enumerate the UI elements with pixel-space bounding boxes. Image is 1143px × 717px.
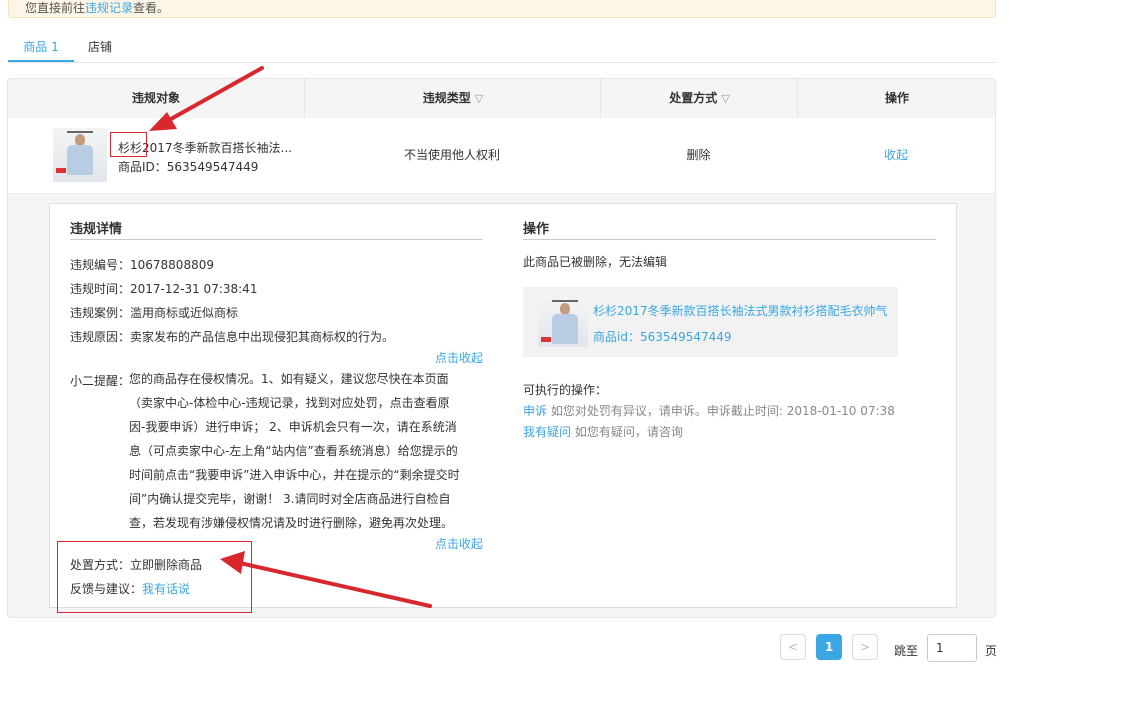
header-violation-type[interactable]: 违规类型 ▽ — [304, 79, 601, 118]
tab-products[interactable]: 商品 1 — [8, 36, 74, 62]
disposal-cell: 删除 — [686, 148, 711, 162]
tip-text: 您的商品存在侵权情况。1、如有疑义，建议您尽快在本页面（卖家中心-体检中心-违规… — [129, 372, 460, 530]
annotation-box — [110, 132, 147, 157]
filter-icon[interactable]: ▽ — [721, 79, 729, 118]
collapse-link[interactable]: 点击收起 — [435, 349, 483, 366]
appeal-link[interactable]: 申诉 — [523, 404, 547, 418]
header-disposal[interactable]: 处置方式 ▽ — [600, 79, 798, 118]
violation-panel: 违规对象 违规类型 ▽ 处置方式 ▽ 操作 杉杉2017冬季新款百搭长袖法... 商… — [7, 78, 996, 618]
notice-banner: 您直接前往违规记录查看。 — [8, 0, 996, 18]
page-label: 页 — [985, 644, 998, 658]
violation-reason: 违规原因：卖家发布的产品信息中出现侵犯其商标权的行为。 — [70, 330, 395, 344]
tab-shop[interactable]: 店铺 — [88, 36, 128, 62]
tab-bar: 商品 1 店铺 — [8, 36, 996, 63]
detail-title: 违规详情 — [70, 222, 123, 237]
collapse-link[interactable]: 收起 — [797, 118, 995, 193]
annotation-box — [57, 541, 252, 613]
violation-no: 违规编号：10678808809 — [70, 258, 214, 272]
product-thumbnail[interactable] — [53, 128, 107, 182]
collapse-link[interactable]: 点击收起 — [435, 535, 483, 552]
product-card: 杉杉2017冬季新款百搭长袖法式男款衬衫搭配毛衣帅气 商品id：56354954… — [523, 287, 898, 357]
prev-page-button[interactable]: < — [780, 634, 806, 660]
card-product-id[interactable]: 商品id：563549547449 — [593, 328, 732, 345]
product-id: 商品ID：563549547449 — [118, 160, 259, 174]
deleted-note: 此商品已被删除，无法编辑 — [523, 255, 668, 269]
violation-time: 违规时间：2017-12-31 07:38:41 — [70, 282, 258, 296]
page-button-current[interactable]: 1 — [816, 634, 842, 660]
question-row: 我有疑问 如您有疑问，请咨询 — [523, 425, 683, 439]
operation-title: 操作 — [523, 222, 550, 237]
jump-label: 跳至 — [894, 644, 919, 658]
violation-record-link[interactable]: 违规记录 — [85, 1, 133, 15]
header-violation-object: 违规对象 — [131, 91, 180, 105]
next-page-button[interactable]: > — [852, 634, 878, 660]
notice-text: 您直接前往违规记录查看。 — [25, 1, 170, 15]
question-link[interactable]: 我有疑问 — [523, 425, 571, 439]
appeal-row: 申诉 如您对处罚有异议，请申诉。申诉截止时间: 2018-01-10 07:38 — [523, 404, 895, 418]
divider — [523, 239, 936, 240]
table-row: 杉杉2017冬季新款百搭长袖法... 商品ID：563549547449 不当使… — [8, 118, 995, 194]
product-thumbnail[interactable] — [538, 297, 588, 347]
tip-label: 小二提醒： — [70, 374, 131, 388]
header-action: 操作 — [797, 79, 996, 118]
filter-icon[interactable]: ▽ — [475, 79, 483, 118]
actions-label: 可执行的操作： — [523, 383, 608, 397]
violation-case: 违规案例：滥用商标或近似商标 — [70, 306, 239, 320]
page-jump-input[interactable] — [927, 634, 977, 662]
violation-type-cell: 不当使用他人权利 — [403, 148, 500, 162]
divider — [70, 239, 483, 240]
card-product-name[interactable]: 杉杉2017冬季新款百搭长袖法式男款衬衫搭配毛衣帅气 — [593, 302, 888, 319]
table-header: 违规对象 违规类型 ▽ 处置方式 ▽ 操作 — [8, 79, 995, 119]
